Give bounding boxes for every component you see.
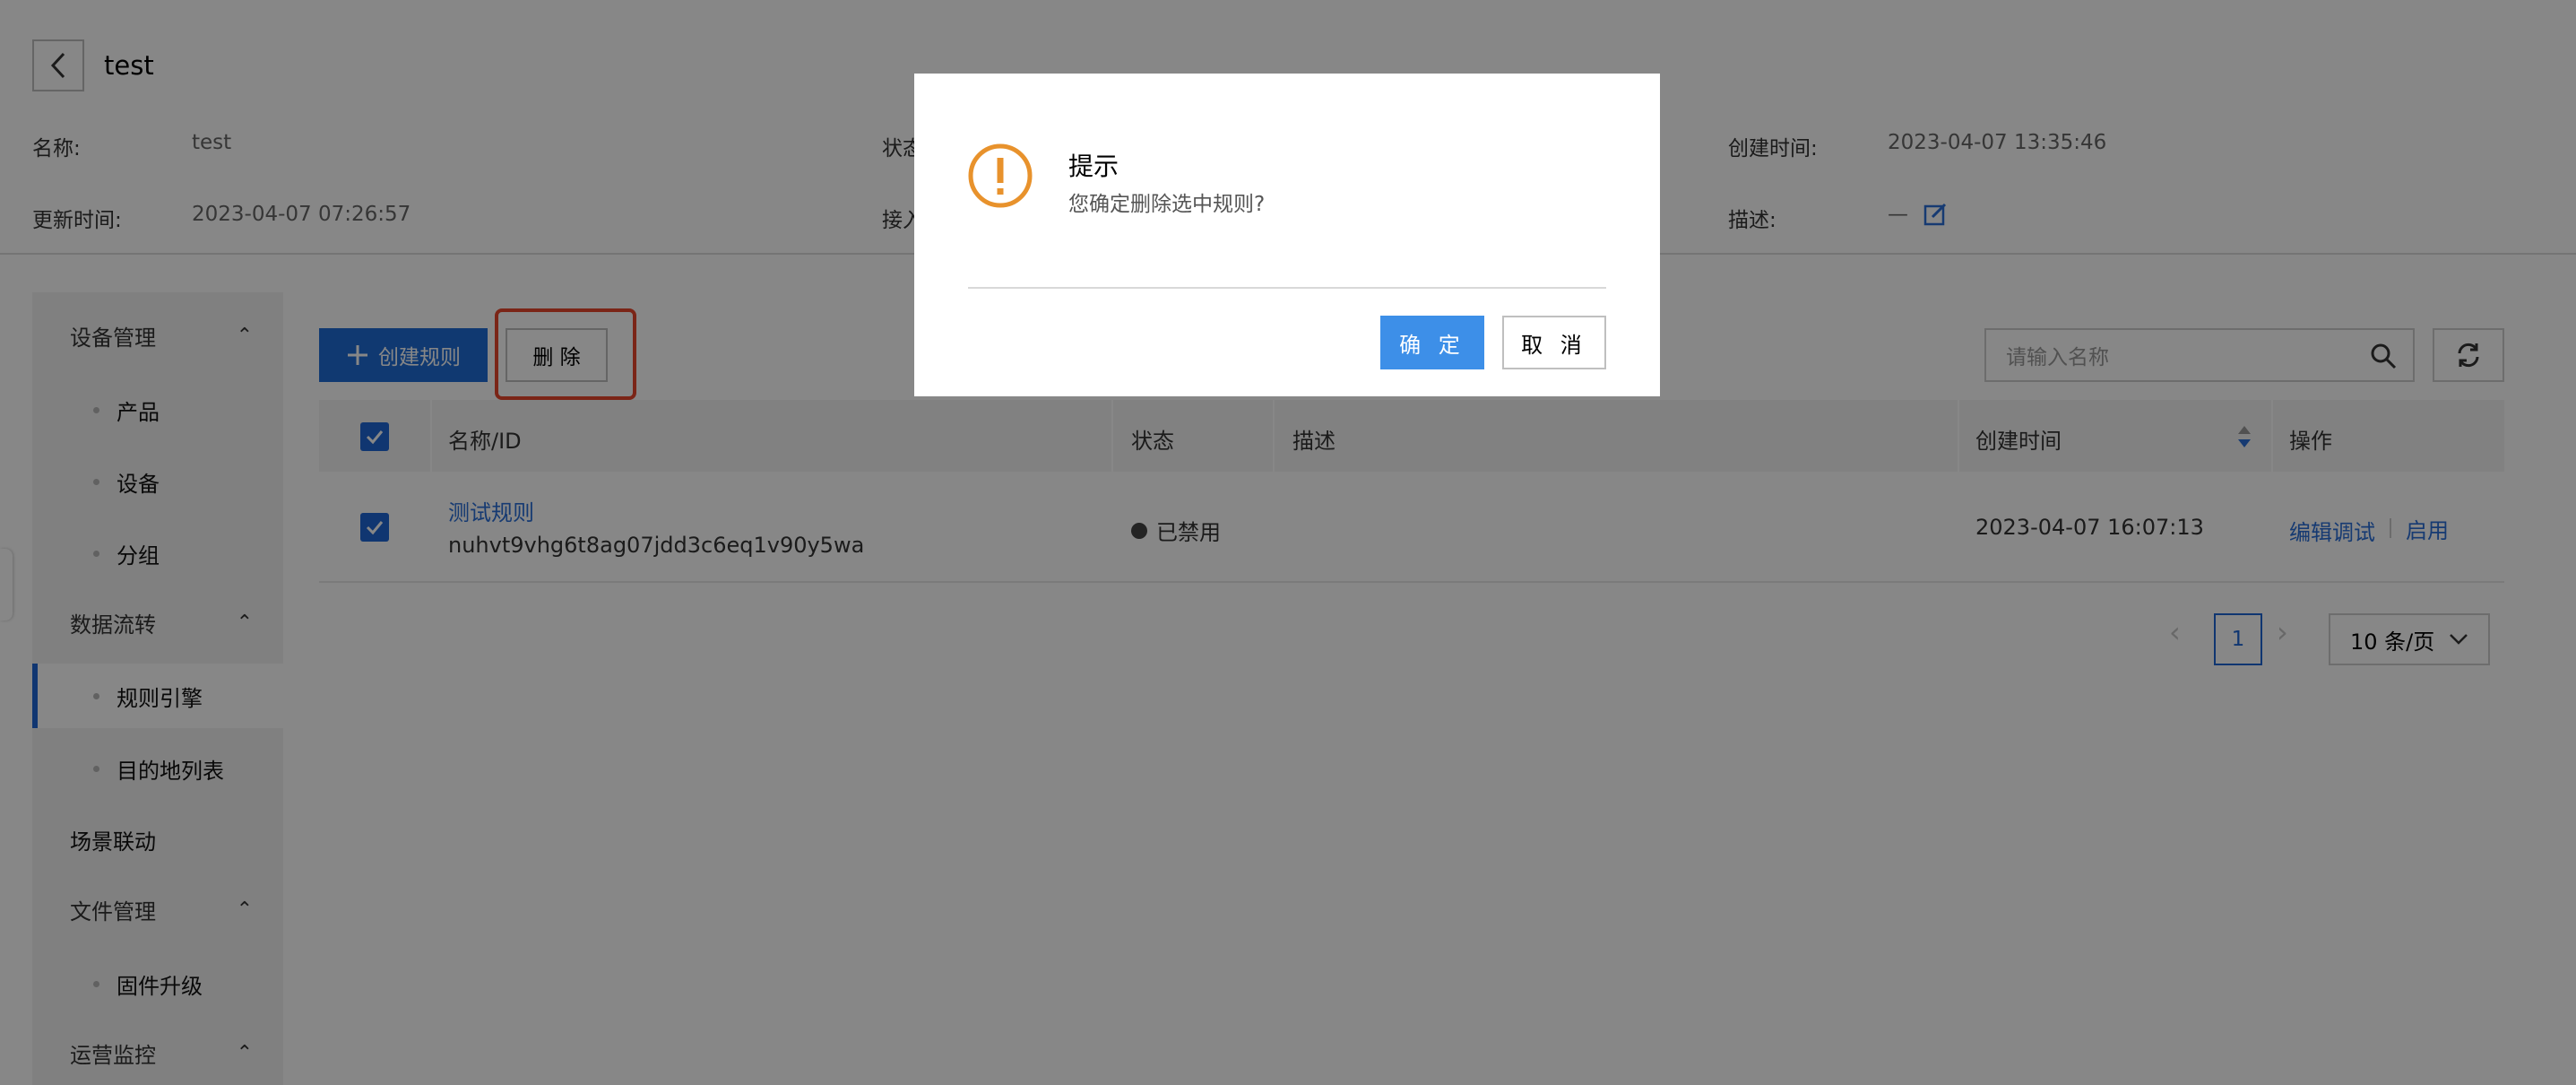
dialog-message: 您确定删除选中规则?: [1068, 193, 1266, 216]
warning-icon: [966, 142, 1034, 213]
cancel-button[interactable]: 取 消: [1502, 316, 1606, 369]
dialog-title: 提示: [1068, 152, 1119, 181]
dialog-divider: [968, 287, 1606, 289]
confirm-button[interactable]: 确 定: [1380, 316, 1484, 369]
